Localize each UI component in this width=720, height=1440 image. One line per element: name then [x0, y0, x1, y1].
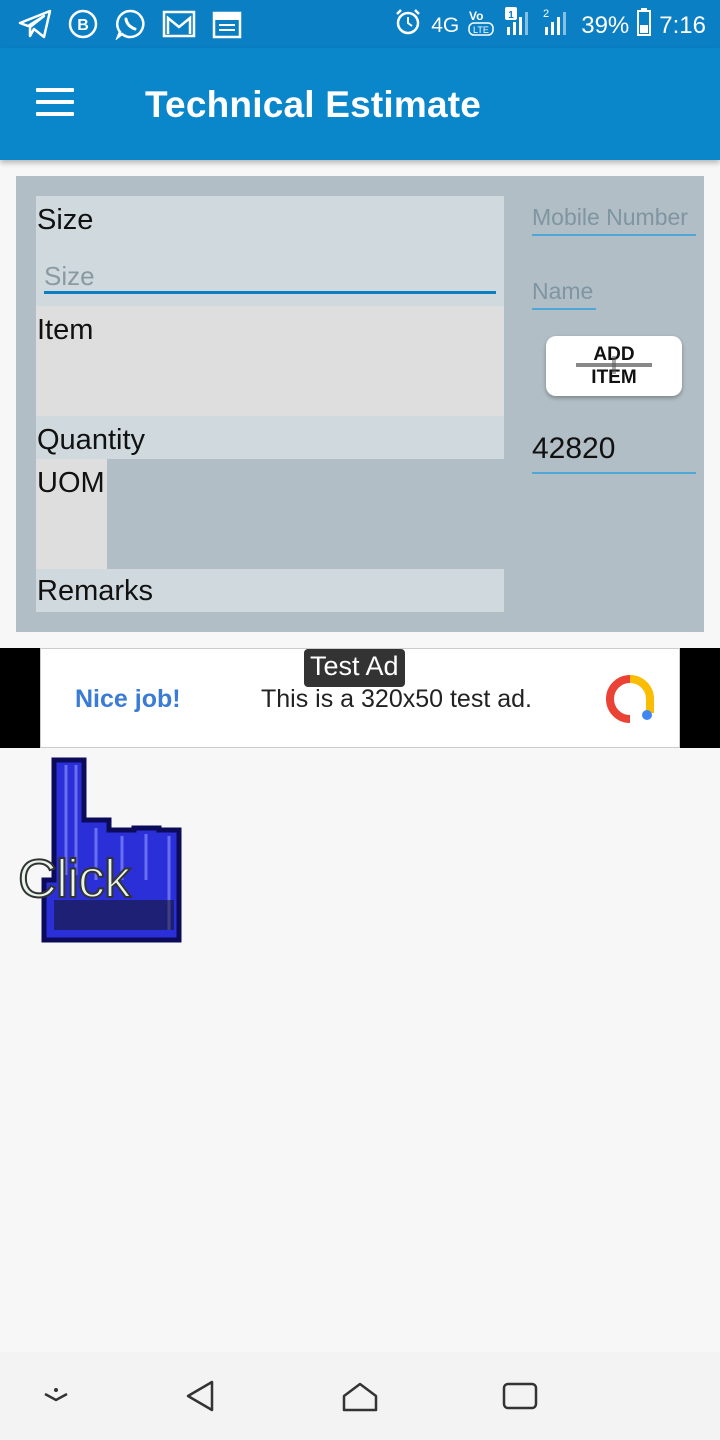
item-field[interactable]: Item [36, 306, 504, 416]
remarks-label: Remarks [37, 575, 154, 607]
svg-text:B: B [77, 17, 89, 34]
hide-keyboard-icon[interactable] [32, 1372, 80, 1420]
size-field: Size [36, 196, 504, 306]
add-plus-icon-vertical [612, 356, 616, 374]
total-value-field[interactable]: 42820 [532, 424, 696, 474]
telegram-icon [18, 8, 52, 40]
clock: 7:16 [659, 11, 706, 39]
battery-icon [637, 8, 652, 43]
calendar-icon [210, 8, 244, 40]
quantity-label: Quantity [37, 424, 145, 456]
svg-text:1: 1 [508, 10, 514, 21]
volte-icon: Vo LTE [467, 6, 497, 45]
mobile-number-input[interactable] [532, 200, 696, 236]
svg-text:2: 2 [543, 8, 549, 20]
ad-text: This is a 320x50 test ad. [261, 685, 532, 713]
quantity-field[interactable]: Quantity [36, 416, 504, 459]
svg-text:LTE: LTE [473, 25, 489, 35]
svg-text:Vo: Vo [469, 9, 483, 23]
alarm-icon [393, 7, 423, 44]
network-type: 4G [431, 13, 460, 37]
home-icon[interactable] [336, 1372, 384, 1420]
gmail-icon [162, 8, 196, 40]
ad-headline: Nice job! [75, 685, 181, 713]
page-title: Technical Estimate [145, 84, 482, 125]
whatsapp-icon [114, 8, 148, 40]
battery-percent: 39% [581, 11, 630, 39]
recents-icon[interactable] [496, 1372, 544, 1420]
size-label: Size [37, 204, 94, 236]
app-bar: Technical Estimate [0, 48, 720, 160]
hamburger-menu-icon[interactable] [36, 88, 76, 120]
uom-field[interactable]: UOM [36, 459, 107, 569]
signal-sim2-icon: 2 [543, 7, 573, 44]
signal-sim1-icon: 1 [505, 7, 535, 44]
name-input[interactable] [532, 274, 596, 310]
system-status: 4G Vo LTE 1 2 39% 7:16 [393, 6, 706, 45]
estimate-form: Size Item Quantity UOM Remarks ADD ITEM … [16, 176, 704, 632]
item-label: Item [37, 314, 94, 346]
add-item-button[interactable]: ADD ITEM [546, 336, 682, 396]
size-input[interactable] [44, 262, 496, 294]
uom-label: UOM [37, 467, 105, 499]
remarks-field[interactable]: Remarks [36, 569, 504, 612]
bbm-icon: B [66, 8, 100, 40]
status-bar: B 4G Vo LTE 1 2 39% 7:16 [0, 0, 720, 48]
notification-icons: B [18, 8, 244, 40]
test-ad-badge: Test Ad [304, 649, 405, 687]
click-label: Click [17, 848, 132, 910]
navigation-bar [0, 1352, 720, 1440]
admob-logo-icon [606, 675, 654, 723]
back-icon[interactable] [176, 1372, 224, 1420]
